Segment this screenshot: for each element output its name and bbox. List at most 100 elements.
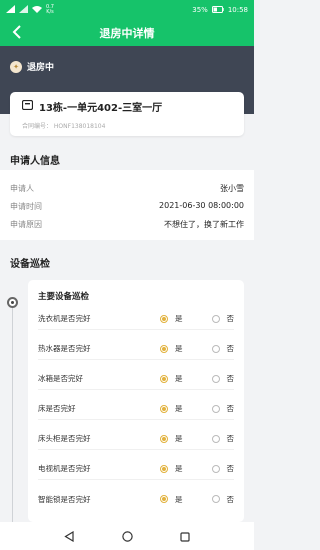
- check-label: 冰箱是否完好: [38, 374, 83, 383]
- status-right: 35% 10:58: [192, 5, 248, 15]
- radio-selected-icon[interactable]: [160, 464, 168, 473]
- option-no-label: 否: [226, 404, 235, 413]
- radio-unselected-icon[interactable]: [211, 344, 220, 353]
- contract-card[interactable]: 13栋-一单元402-三室一厅 合同编号： HONF138018104: [10, 92, 244, 136]
- radio-unselected-icon[interactable]: [211, 464, 220, 473]
- radio-unselected-icon[interactable]: [211, 404, 220, 413]
- option-no[interactable]: 否: [208, 494, 234, 505]
- apply-time-value: 2021-06-30 08:00:00: [159, 201, 244, 210]
- signal-icon: [6, 5, 15, 15]
- house-icon: [21, 99, 34, 113]
- radio-unselected-icon[interactable]: [211, 434, 220, 443]
- option-no-label: 否: [226, 434, 235, 443]
- system-nav-bar: [0, 522, 254, 550]
- contract-number: 合同编号： HONF138018104: [22, 123, 106, 130]
- option-no-label: 否: [226, 344, 235, 353]
- radio-unselected-icon[interactable]: [211, 314, 220, 323]
- option-yes-label: 是: [175, 494, 183, 504]
- inspection-subtitle: 主要设备巡检: [38, 292, 90, 302]
- option-no[interactable]: 否: [208, 313, 234, 324]
- apply-reason-value: 不想住了，换了新工作: [164, 220, 244, 229]
- applicant-section-title: 申请人信息: [10, 156, 60, 167]
- option-yes-label: 是: [175, 434, 183, 443]
- radio-selected-icon[interactable]: [160, 404, 168, 413]
- back-button[interactable]: [8, 23, 26, 43]
- option-no-label: 否: [226, 464, 235, 473]
- apply-reason-row: 申请原因 不想住了，换了新工作: [10, 219, 244, 230]
- check-row-bed: 床是否完好 是 否: [38, 398, 234, 420]
- nav-back-button[interactable]: [59, 526, 79, 546]
- radio-selected-icon[interactable]: [160, 495, 168, 503]
- option-no[interactable]: 否: [208, 433, 234, 444]
- wifi-icon: [32, 5, 42, 15]
- timeline-dot-icon: [7, 297, 18, 308]
- check-label: 洗衣机是否完好: [38, 314, 91, 323]
- option-yes[interactable]: 是: [160, 373, 208, 384]
- check-row-tv: 电视机是否完好 是 否: [38, 458, 234, 480]
- option-no-label: 否: [226, 314, 235, 323]
- contract-title: 13栋-一单元402-三室一厅: [39, 103, 163, 114]
- option-yes[interactable]: 是: [160, 463, 208, 474]
- check-row-heater: 热水器是否完好 是 否: [38, 338, 234, 360]
- option-yes[interactable]: 是: [160, 343, 208, 354]
- status-label: 退房中: [27, 63, 55, 73]
- apply-time-label: 申请时间: [10, 202, 42, 211]
- option-no-label: 否: [226, 494, 235, 504]
- check-row-fridge: 冰箱是否完好 是 否: [38, 368, 234, 390]
- option-yes[interactable]: 是: [160, 494, 208, 505]
- option-no[interactable]: 否: [208, 373, 234, 384]
- option-yes[interactable]: 是: [160, 403, 208, 414]
- radio-selected-icon[interactable]: [160, 344, 168, 353]
- radio-selected-icon[interactable]: [160, 374, 168, 383]
- option-no[interactable]: 否: [208, 343, 234, 354]
- check-row-nightstand: 床头柜是否完好 是 否: [38, 428, 234, 450]
- check-label: 智能锁是否完好: [38, 494, 91, 504]
- radio-selected-icon[interactable]: [160, 314, 168, 323]
- option-no-label: 否: [226, 374, 235, 383]
- status-indicator: ✦ 退房中: [10, 60, 54, 73]
- option-yes[interactable]: 是: [160, 433, 208, 444]
- system-status-bar: 0.7 K/s 35% 10:58: [0, 0, 254, 20]
- option-yes-label: 是: [175, 344, 183, 353]
- apply-reason-label: 申请原因: [10, 220, 42, 229]
- inspection-card: 主要设备巡检 洗衣机是否完好 是 否 热水器是否完好 是 否 冰箱是否完好 是 …: [28, 280, 244, 522]
- battery-icon: [211, 5, 224, 15]
- option-yes-label: 是: [175, 464, 183, 473]
- app-header: 退房中详情: [0, 20, 254, 46]
- page-title: 退房中详情: [99, 27, 155, 40]
- battery-percent: 35%: [192, 6, 208, 14]
- radio-unselected-icon[interactable]: [211, 495, 220, 503]
- check-row-washer: 洗衣机是否完好 是 否: [38, 308, 234, 330]
- nav-home-button[interactable]: [117, 526, 137, 546]
- applicant-value: 张小雪: [220, 184, 244, 193]
- option-no[interactable]: 否: [208, 403, 234, 414]
- contract-title-row: 13栋-一单元402-三室一厅: [21, 99, 232, 114]
- option-yes-label: 是: [175, 314, 183, 323]
- apply-time-row: 申请时间 2021-06-30 08:00:00: [10, 201, 244, 212]
- square-recents-icon: [180, 527, 190, 546]
- check-label: 床头柜是否完好: [38, 434, 91, 443]
- option-yes-label: 是: [175, 404, 183, 413]
- check-label: 热水器是否完好: [38, 344, 91, 353]
- circle-home-icon: [121, 527, 133, 546]
- option-yes-label: 是: [175, 374, 183, 383]
- check-label: 电视机是否完好: [38, 464, 91, 473]
- inspection-section-title: 设备巡检: [10, 259, 50, 270]
- radio-selected-icon[interactable]: [160, 434, 168, 443]
- applicant-label: 申请人: [10, 184, 34, 193]
- radio-unselected-icon[interactable]: [211, 374, 220, 383]
- speed-unit: K/s: [46, 9, 54, 15]
- nav-recents-button[interactable]: [175, 526, 195, 546]
- check-label: 床是否完好: [38, 404, 76, 413]
- option-yes[interactable]: 是: [160, 313, 208, 324]
- applicant-row: 申请人 张小雪: [10, 183, 244, 194]
- triangle-back-icon: [64, 527, 74, 546]
- status-left: 0.7 K/s: [6, 5, 54, 15]
- option-no[interactable]: 否: [208, 463, 234, 474]
- network-speed: 0.7 K/s: [46, 5, 54, 15]
- clock: 10:58: [227, 6, 248, 14]
- signal-2-icon: [19, 5, 28, 15]
- timeline-line: [12, 306, 13, 522]
- check-row-smart-lock: 智能锁是否完好 是 否: [38, 488, 234, 510]
- status-badge-icon: ✦: [10, 60, 22, 73]
